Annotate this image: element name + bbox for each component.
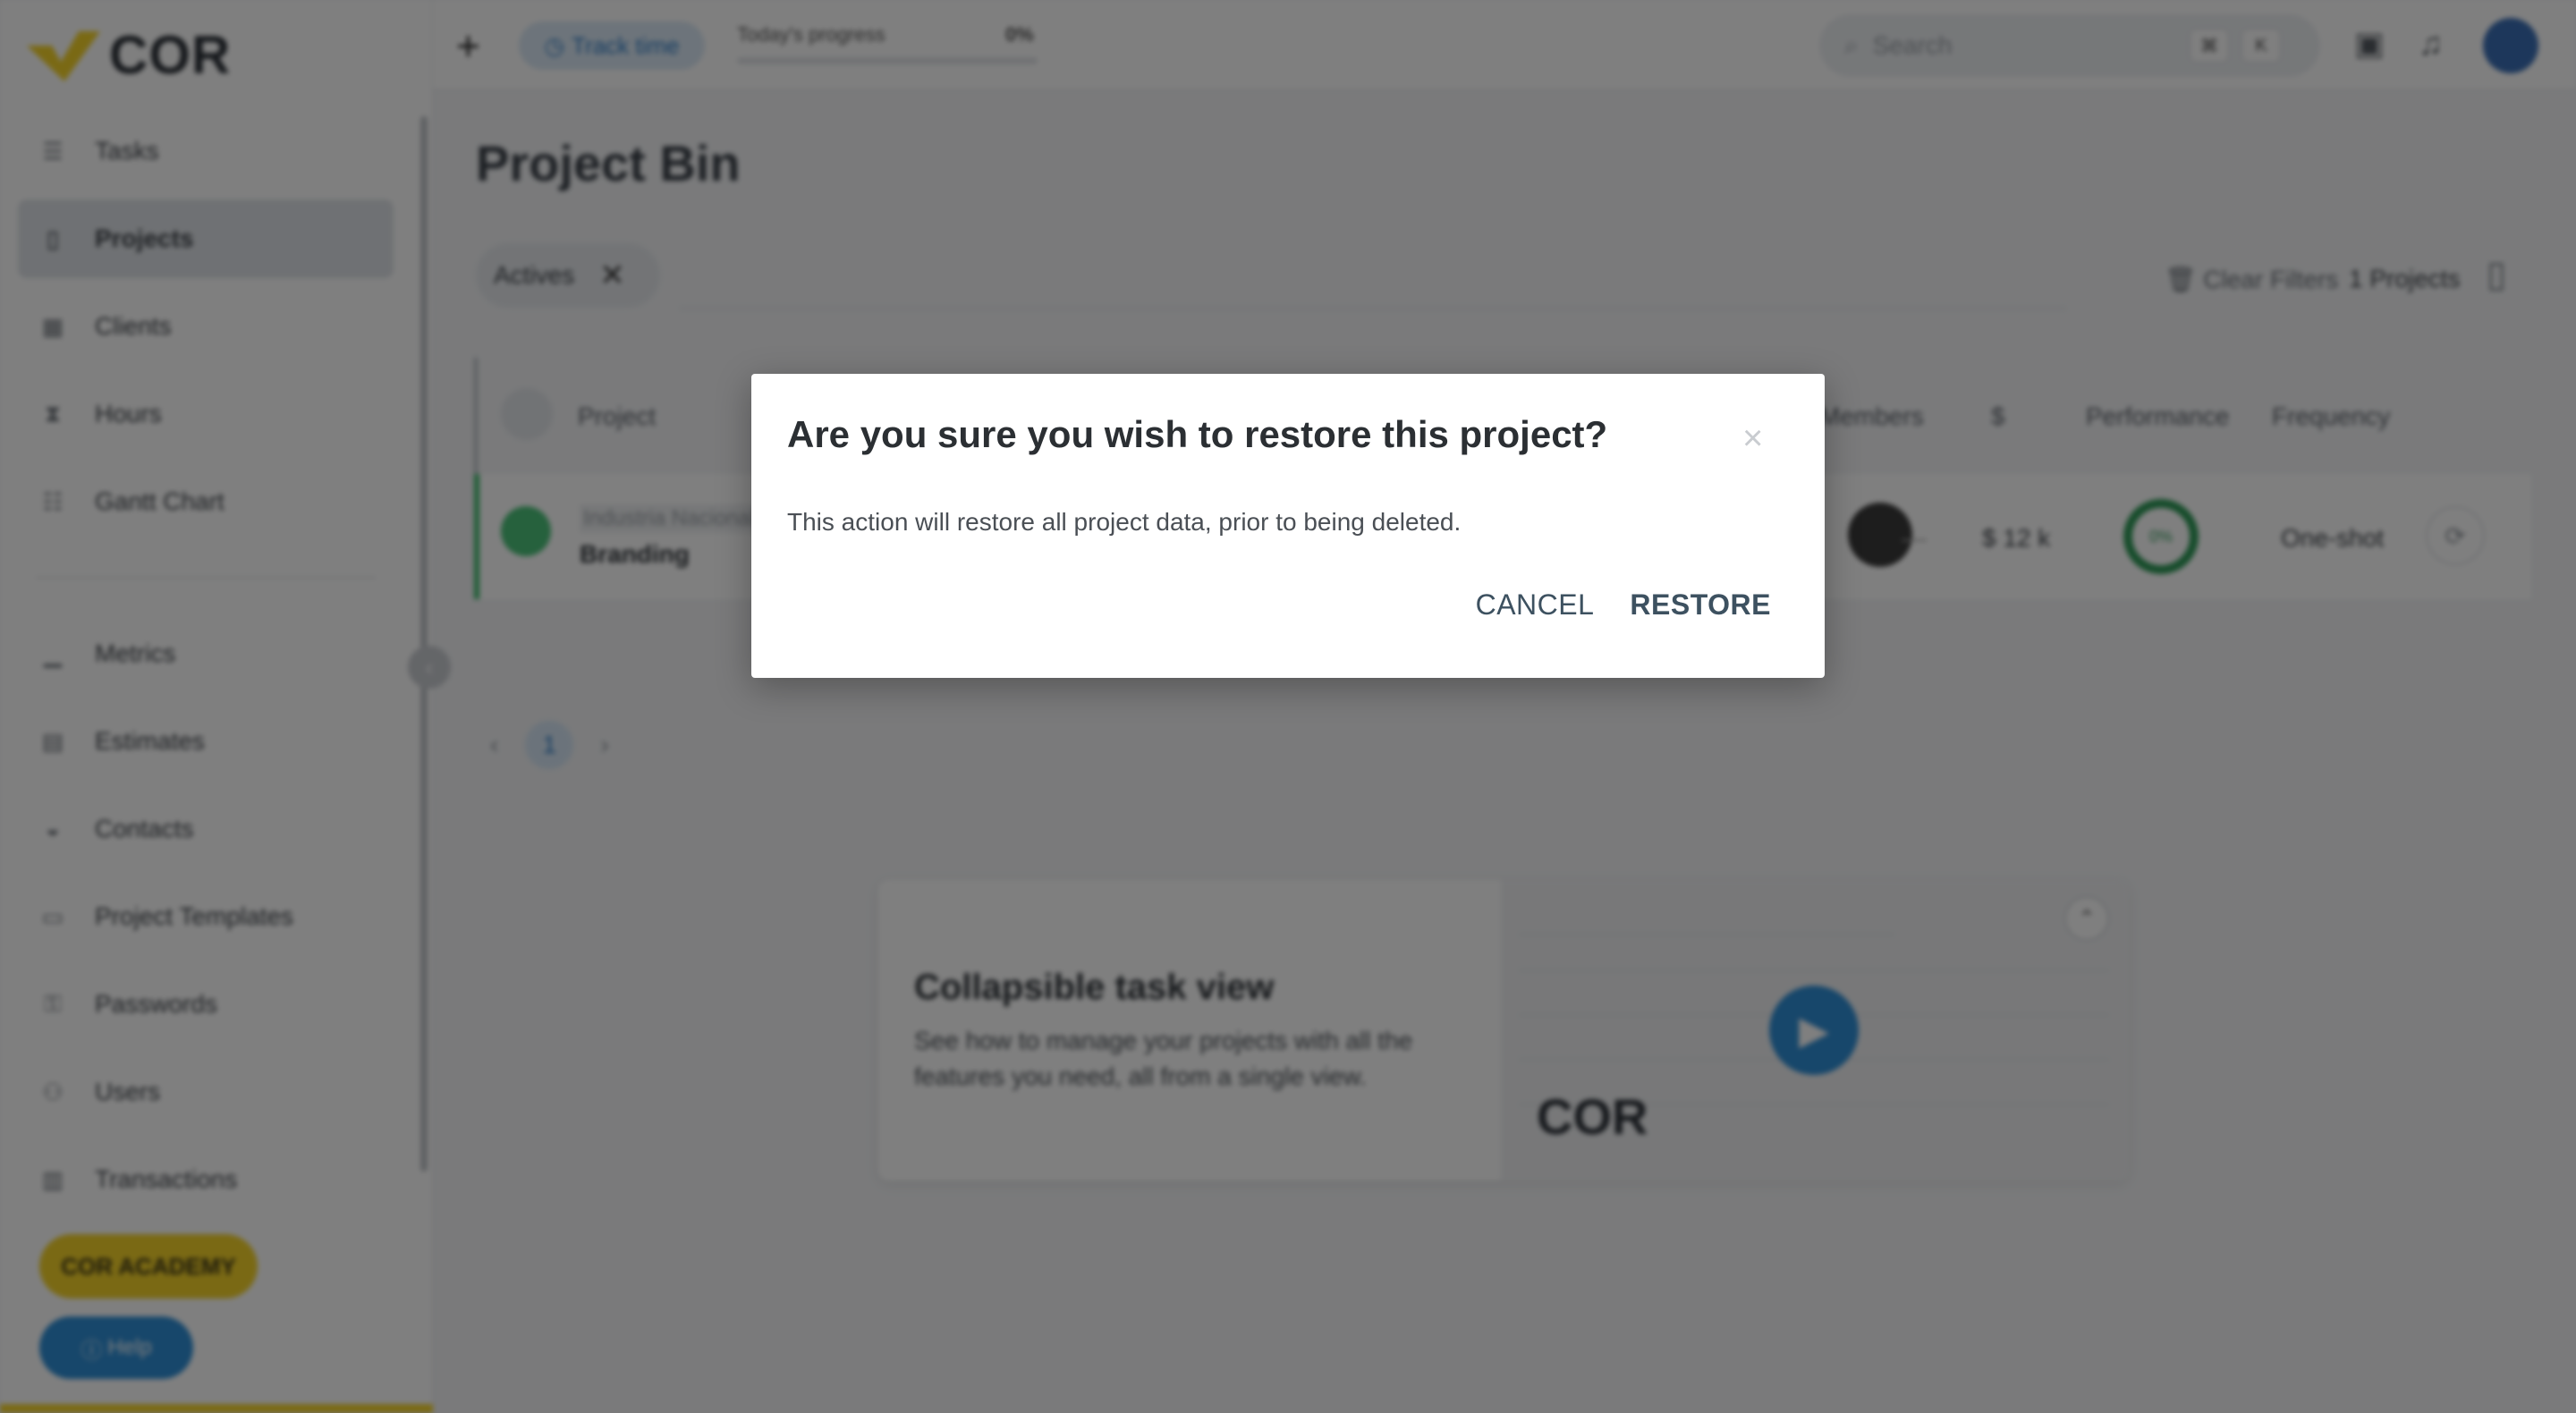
close-icon[interactable]: × (1742, 420, 1763, 456)
restore-button[interactable]: RESTORE (1630, 588, 1771, 622)
dialog-actions: CANCEL RESTORE (1476, 588, 1771, 622)
cancel-button[interactable]: CANCEL (1476, 588, 1595, 622)
dialog-title: Are you sure you wish to restore this pr… (787, 413, 1608, 455)
dialog-message: This action will restore all project dat… (787, 508, 1462, 536)
restore-project-dialog: Are you sure you wish to restore this pr… (751, 374, 1825, 678)
modal-overlay[interactable] (0, 0, 2576, 1413)
